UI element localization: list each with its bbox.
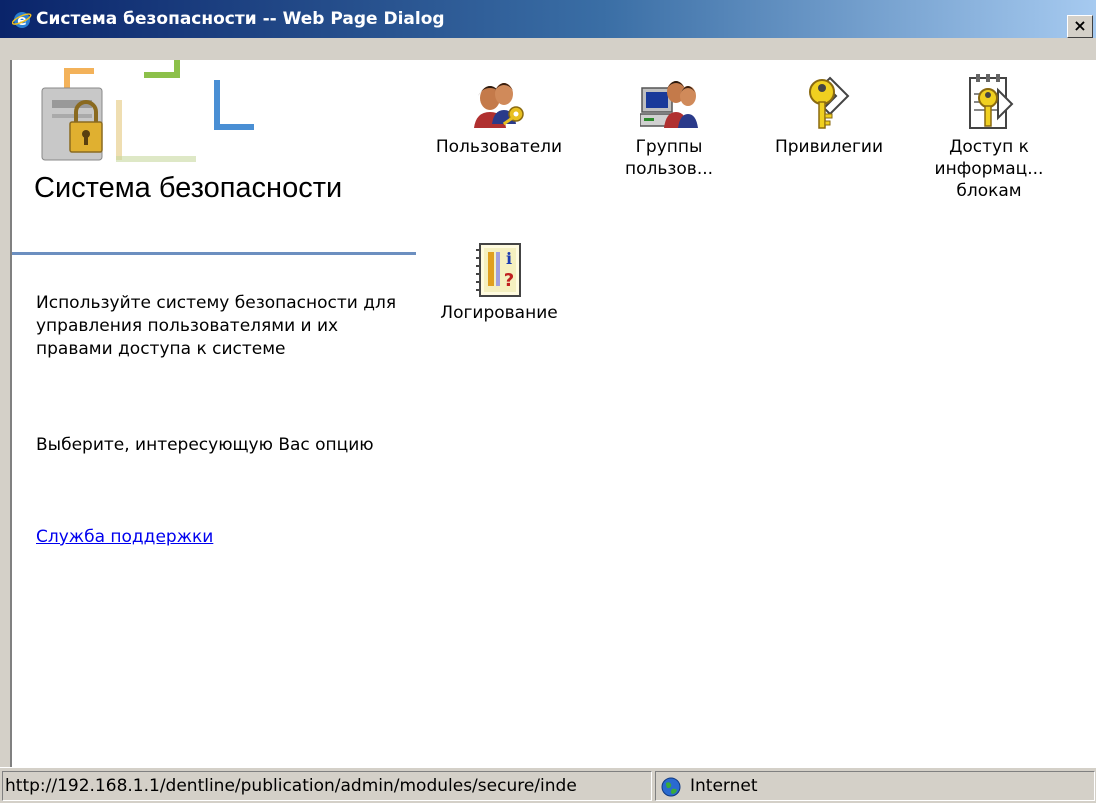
ie-icon: e <box>12 12 32 29</box>
panel-title: Система безопасности <box>34 172 343 204</box>
page-content: Система безопасности Используйте систему… <box>10 60 1096 767</box>
title-bar[interactable]: e Система безопасности -- Web Page Dialo… <box>0 0 1096 38</box>
logging-label: Логирование <box>440 303 558 323</box>
status-url: http://192.168.1.1/dentline/publication/… <box>2 771 652 801</box>
users-key-icon <box>474 83 524 128</box>
user-groups-icon <box>640 81 698 128</box>
support-link[interactable]: Служба поддержки <box>36 526 213 549</box>
svg-text:i: i <box>506 249 512 268</box>
logging-item[interactable]: i ? Логирование <box>424 240 574 324</box>
users-label: Пользователи <box>435 137 563 157</box>
users-item[interactable]: Пользователи <box>424 74 574 158</box>
zone-label: Internet <box>690 776 758 796</box>
window-title: Система безопасности -- Web Page Dialog <box>36 9 445 29</box>
info-block-access-icon <box>969 74 1014 129</box>
privileges-key-icon <box>809 76 850 129</box>
info-block-access-item[interactable]: Доступ к информац... блокам <box>914 74 1064 202</box>
user-groups-item[interactable]: Группы пользов... <box>594 74 744 180</box>
user-groups-label: Группы пользов... <box>624 137 714 179</box>
choose-option-text: Выберите, интересующую Вас опцию <box>36 435 374 455</box>
logging-notebook-icon: i ? <box>476 243 521 297</box>
status-bar: http://192.168.1.1/dentline/publication/… <box>0 767 1096 803</box>
privileges-item[interactable]: Привилегии <box>754 74 904 158</box>
panel-divider <box>12 252 416 255</box>
globe-icon <box>661 777 681 797</box>
info-block-access-label: Доступ к информац... блокам <box>934 137 1044 201</box>
security-zone: Internet <box>655 771 1095 801</box>
close-button[interactable]: × <box>1067 15 1093 38</box>
privileges-label: Привилегии <box>774 137 884 157</box>
left-panel: Система безопасности Используйте систему… <box>12 60 416 767</box>
svg-text:?: ? <box>504 270 514 291</box>
panel-description: Используйте систему безопасности для упр… <box>36 293 397 359</box>
dialog-window: e Система безопасности -- Web Page Dialo… <box>0 0 1096 803</box>
security-logo-icon <box>41 60 254 162</box>
